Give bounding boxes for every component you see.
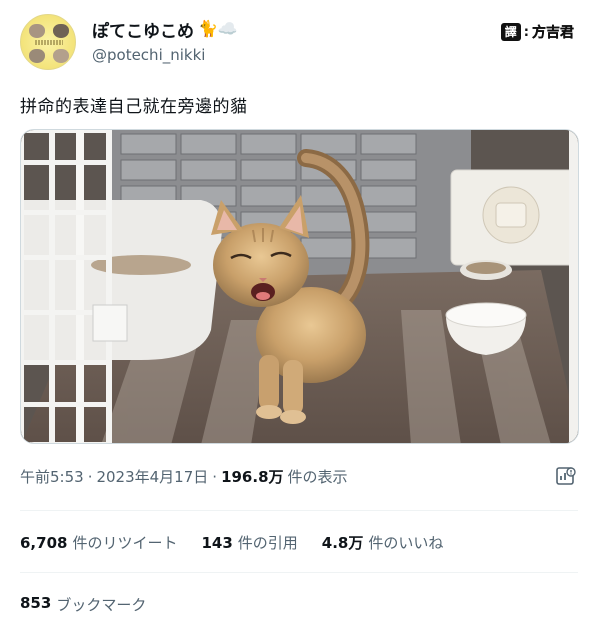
watermark-colon: :: [523, 24, 529, 40]
translator-watermark: 譯 : 方吉君: [500, 22, 574, 42]
quotes-stat[interactable]: 143 件の引用: [201, 532, 297, 553]
bookmarks-count: 853: [20, 594, 52, 612]
views-label: 件の表示: [287, 468, 348, 486]
cat-cloud-emoji-icon: 🐈☁️: [198, 19, 238, 38]
meta-separator: ·: [212, 467, 218, 486]
avatar-cat-icon: [53, 49, 69, 63]
author-name-row[interactable]: ぽてこゆこめ 🐈☁️: [92, 16, 238, 42]
tweet-text: 拼命的表達自己就在旁邊的貓: [20, 97, 248, 117]
likes-stat[interactable]: 4.8万 件のいいね: [322, 532, 444, 553]
author-display-name[interactable]: ぽてこゆこめ: [92, 17, 194, 42]
bookmarks-label: ブックマーク: [56, 596, 147, 614]
analytics-icon[interactable]: [555, 465, 577, 487]
engagement-stats: 6,708 件のリツイート 143 件の引用 4.8万 件のいいね: [20, 532, 467, 553]
avatar-cat-icon: [53, 24, 69, 38]
tweet-photo[interactable]: [20, 129, 579, 444]
divider: [20, 510, 578, 511]
meta-separator: ·: [87, 467, 93, 486]
tweet-date[interactable]: 2023年4月17日: [96, 466, 208, 487]
retweets-label: 件のリツイート: [72, 534, 178, 552]
retweets-count: 6,708: [20, 533, 68, 552]
avatar[interactable]: [20, 14, 76, 70]
likes-label: 件のいいね: [368, 534, 444, 552]
quotes-label: 件の引用: [237, 534, 298, 552]
tweet-time[interactable]: 午前5:53: [20, 466, 84, 487]
cat-photo-illustration: [21, 130, 578, 443]
avatar-cat-icon: [29, 24, 45, 38]
watermark-name: 方吉君: [532, 25, 574, 41]
retweets-stat[interactable]: 6,708 件のリツイート: [20, 532, 177, 553]
author-handle[interactable]: @potechi_nikki: [92, 46, 205, 64]
views-count: 196.8万: [221, 468, 284, 486]
quotes-count: 143: [201, 533, 233, 552]
divider: [20, 572, 578, 573]
bookmarks-stat[interactable]: 853 ブックマーク: [20, 594, 146, 615]
watermark-tag: 譯: [500, 23, 521, 41]
avatar-cat-icon: [29, 49, 45, 63]
tweet-header: ぽてこゆこめ 🐈☁️ @potechi_nikki 譯 : 方吉君: [20, 14, 580, 74]
tweet-meta: 午前5:53 · 2023年4月17日 · 196.8万 件の表示: [20, 466, 348, 487]
avatar-logo-text: [35, 40, 63, 45]
likes-count: 4.8万: [321, 534, 364, 552]
